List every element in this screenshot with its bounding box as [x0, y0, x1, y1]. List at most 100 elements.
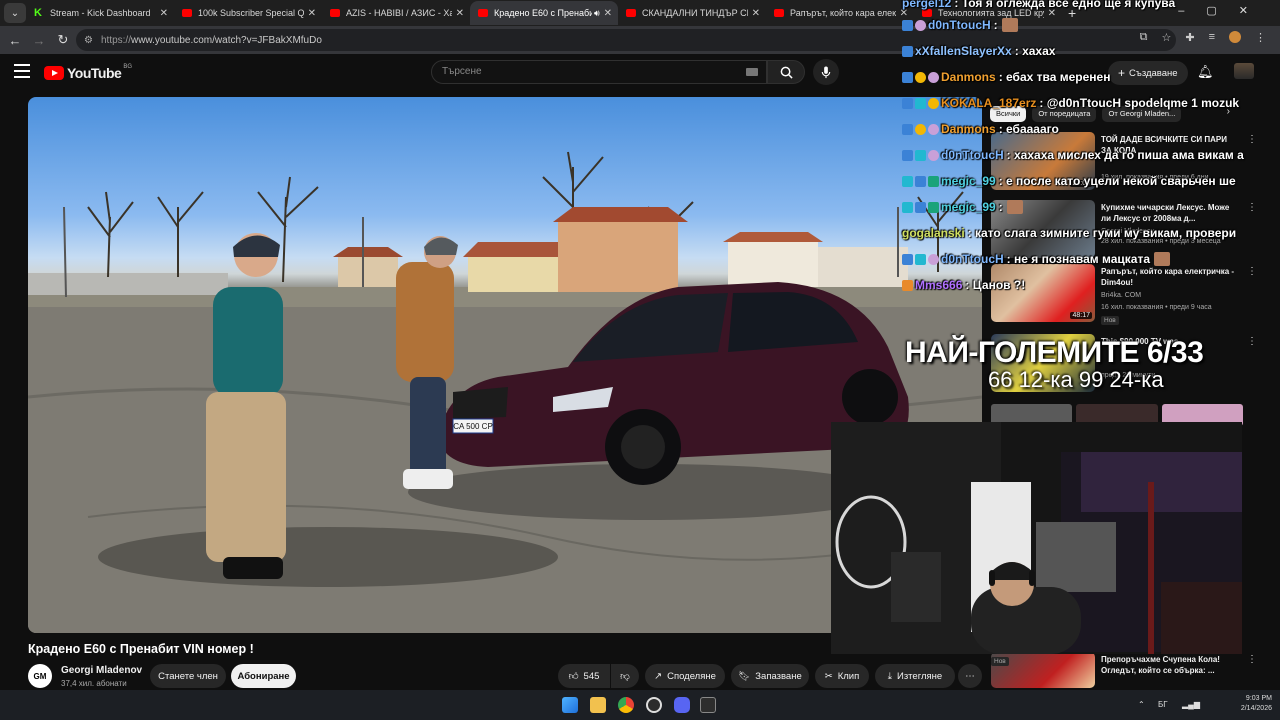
- subscribe-label: Абониране: [237, 670, 290, 682]
- youtube-icon: [330, 9, 340, 17]
- close-tab-icon[interactable]: ✕: [604, 8, 612, 19]
- chat-message: xXfallenSlayerXx: хахах: [902, 42, 1055, 60]
- chat-badge-icon: [928, 71, 939, 83]
- chat-badge-icon: [902, 175, 913, 187]
- channel-subscribers: 37,4 хил. абонати: [61, 679, 127, 688]
- tab-audio-icon[interactable]: 🔊︎: [594, 8, 600, 19]
- rec-menu-icon[interactable]: ⋮: [1247, 202, 1257, 213]
- rec-menu-icon[interactable]: ⋮: [1247, 134, 1257, 145]
- browser-tab[interactable]: AZIS - HABIBI / АЗИС - Хабиби ✕: [322, 1, 470, 25]
- chat-username[interactable]: xXfallenSlayerXx: [915, 44, 1012, 58]
- browser-toolbar: ← → ↻ ⚙ https://www.youtube.com/watch?v=…: [0, 26, 1280, 54]
- chat-username[interactable]: d0nTtoucH: [941, 148, 1004, 162]
- extensions-icon[interactable]: ✚: [1185, 31, 1194, 44]
- windows-taskbar: ⌃ БГ ▂▄▆ 9:03 PM 2/14/2026: [0, 690, 1280, 720]
- hamburger-menu-icon[interactable]: [14, 64, 30, 78]
- chat-badge-icon: [902, 45, 913, 57]
- voice-search-button[interactable]: [813, 59, 839, 85]
- chat-badge-icon: [902, 71, 913, 83]
- clock-time: 9:03 PM: [1245, 695, 1272, 702]
- chat-username[interactable]: Mms666: [915, 278, 962, 292]
- youtube-play-icon: [44, 66, 64, 80]
- channel-name[interactable]: Georgi Mladenov: [61, 665, 142, 676]
- close-tab-icon[interactable]: ✕: [752, 8, 760, 19]
- join-button[interactable]: Станете член: [150, 664, 226, 688]
- search-input[interactable]: Търсене: [431, 60, 767, 84]
- chat-badge-icon: [928, 253, 939, 265]
- profile-avatar[interactable]: [1229, 31, 1241, 43]
- subscribe-button[interactable]: Абониране: [231, 664, 296, 688]
- channel-avatar[interactable]: GM: [28, 664, 52, 688]
- clip-button[interactable]: ✂ Клип: [815, 664, 869, 688]
- bookmark-star-icon[interactable]: ☆: [1161, 31, 1171, 44]
- browser-tab[interactable]: K Stream - Kick Dashboard ✕: [26, 1, 174, 25]
- chat-message: megic_99:: [902, 198, 1023, 216]
- notifications-bell-icon[interactable]: 🔔︎: [1197, 64, 1214, 80]
- chat-text: : хахаха мислех да го пиша ама викам а: [1006, 148, 1244, 162]
- terminal-icon[interactable]: [700, 697, 716, 713]
- keyboard-icon[interactable]: [746, 68, 758, 76]
- discord-icon[interactable]: [674, 697, 690, 713]
- site-info-icon[interactable]: ⚙: [84, 35, 93, 46]
- chat-badge-icon: [915, 19, 926, 31]
- browser-tab[interactable]: Рапърът, който кара електрич✕: [766, 1, 914, 25]
- file-explorer-icon[interactable]: [590, 697, 606, 713]
- chat-text: : @d0nTtoucH spodelqme 1 mozuk: [1039, 96, 1240, 110]
- rec-menu-icon[interactable]: ⋮: [1247, 336, 1257, 347]
- chat-username[interactable]: d0nTtoucH: [941, 252, 1004, 266]
- chat-username[interactable]: KOKALA_187erz: [941, 96, 1036, 110]
- windows-start-icon[interactable]: [562, 697, 578, 713]
- language-indicator[interactable]: БГ: [1158, 700, 1168, 709]
- account-avatar[interactable]: [1234, 63, 1254, 79]
- chat-username[interactable]: Danmons: [941, 122, 996, 136]
- tab-title: Stream - Kick Dashboard: [50, 8, 151, 18]
- chat-username[interactable]: megic_99: [941, 200, 996, 214]
- share-button[interactable]: ↗ Споделяне: [645, 664, 725, 688]
- streamer-webcam: [831, 422, 1242, 654]
- chat-badge-icon: [928, 201, 939, 213]
- country-code: BG: [123, 64, 132, 70]
- obs-icon[interactable]: [646, 697, 662, 713]
- browser-tab[interactable]: Крадено Е60 с Пренабит VIN🔊︎ ✕: [470, 1, 618, 25]
- back-button[interactable]: ←: [4, 29, 26, 51]
- close-tab-icon[interactable]: ✕: [456, 8, 464, 19]
- browser-menu-icon[interactable]: ⋮: [1255, 31, 1266, 44]
- like-button[interactable]: 👍︎ 545: [558, 664, 610, 688]
- forward-button[interactable]: →: [28, 29, 50, 51]
- close-tab-icon[interactable]: ✕: [160, 8, 168, 19]
- rec-item[interactable]: 48:17 Рапърът, който кара електричка - D…: [991, 264, 1261, 326]
- chat-username[interactable]: megic_99: [941, 174, 996, 188]
- install-app-icon[interactable]: ⧉: [1140, 31, 1148, 44]
- download-button[interactable]: ⤓ Изтегляне: [875, 664, 955, 688]
- license-plate-text: CA 500 CP: [453, 422, 493, 431]
- clock[interactable]: 9:03 PM 2/14/2026: [1241, 694, 1272, 714]
- chrome-icon[interactable]: [618, 697, 634, 713]
- chat-message: Danmons: ебах тва меренен: [902, 68, 1110, 86]
- chat-badge-icon: [902, 253, 913, 265]
- share-icon: ↗: [654, 670, 663, 682]
- chat-username[interactable]: Danmons: [941, 70, 996, 84]
- network-icon[interactable]: ▂▄▆: [1182, 700, 1200, 709]
- tab-search-button[interactable]: ⌄: [4, 3, 26, 23]
- close-tab-icon[interactable]: ✕: [308, 8, 316, 19]
- rec-item[interactable]: Препоръчахме Счупена Кола! Огледът, койт…: [991, 652, 1261, 692]
- rec-menu-icon[interactable]: ⋮: [1247, 654, 1257, 665]
- rec-menu-icon[interactable]: ⋮: [1247, 266, 1257, 277]
- more-actions-button[interactable]: ⋯: [958, 664, 982, 688]
- chat-username[interactable]: d0nTtoucH: [928, 18, 991, 32]
- save-button[interactable]: 🔖︎ Запазване: [731, 664, 809, 688]
- media-controls-icon[interactable]: ≡: [1209, 31, 1215, 44]
- reload-button[interactable]: ↻: [52, 29, 74, 51]
- dislike-button[interactable]: 👎︎: [611, 664, 639, 688]
- search-button[interactable]: [767, 60, 805, 84]
- tray-overflow-icon[interactable]: ⌃: [1138, 700, 1145, 709]
- browser-tab[interactable]: СКАНДАЛНИ ТИНДЪР СВАЛКИ ✕: [618, 1, 766, 25]
- youtube-icon: [626, 9, 636, 17]
- browser-tab[interactable]: 100k Subscriber Special Q&A ✕: [174, 1, 322, 25]
- youtube-logo[interactable]: YouTube BG: [44, 64, 132, 81]
- rec-title: Рапърът, който кара електричка - Dim4ou!: [1101, 267, 1235, 287]
- create-button[interactable]: + Създаване: [1108, 61, 1188, 85]
- chat-username[interactable]: pergel12: [902, 0, 951, 10]
- chat-username[interactable]: gogalanski: [902, 226, 965, 240]
- chat-badge-icon: [915, 71, 926, 83]
